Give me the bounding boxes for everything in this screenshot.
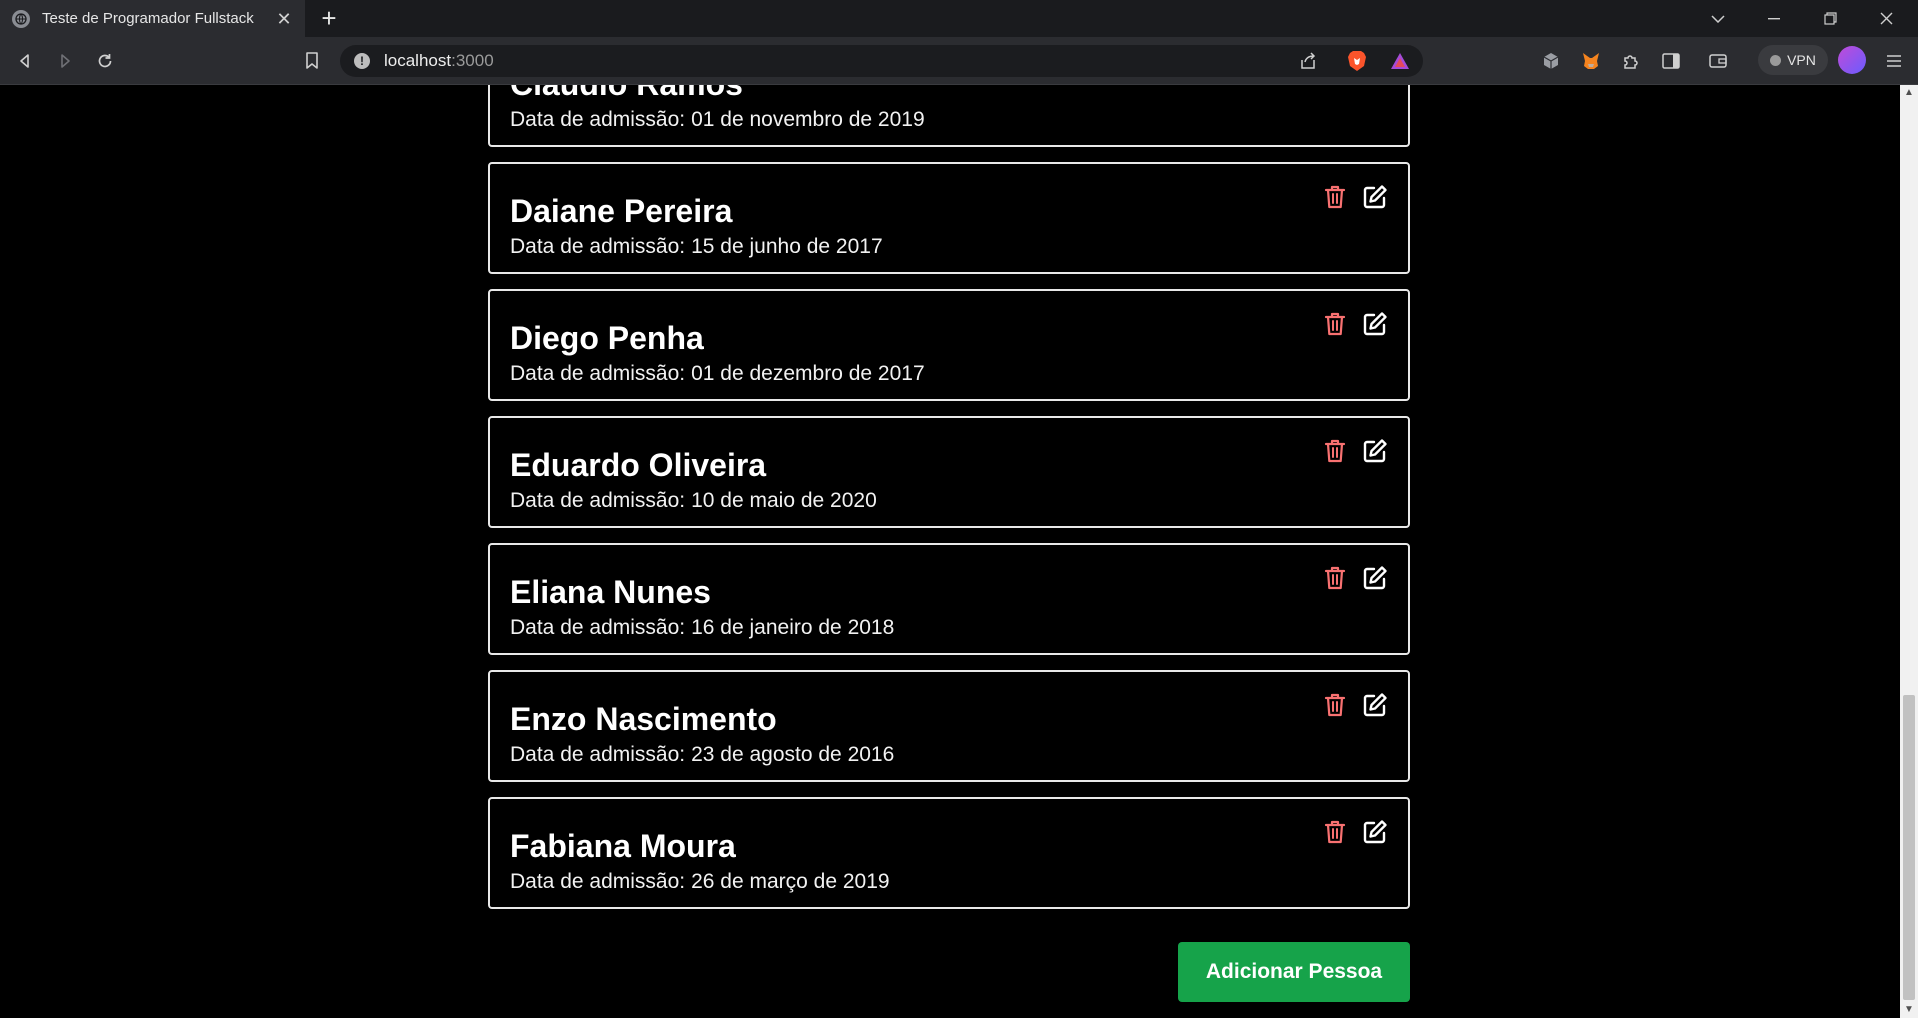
admission-date-value: 01 de novembro de 2019 — [691, 108, 925, 131]
brave-rewards-icon[interactable] — [1388, 49, 1412, 73]
admission-date-value: 26 de março de 2019 — [691, 870, 890, 893]
admission-date-label: Data de admissão: — [510, 616, 686, 639]
scroll-up-icon[interactable]: ▲ — [1900, 85, 1918, 101]
admission-date: Data de admissão: 23 de agosto de 2016 — [510, 742, 1388, 768]
trash-icon[interactable] — [1322, 184, 1348, 210]
admission-date: Data de admissão: 01 de dezembro de 2017 — [510, 361, 1388, 387]
person-card: Cláudio Ramos Data de admissão:01 de nov… — [488, 85, 1410, 147]
close-tab-icon[interactable]: ✕ — [275, 10, 293, 28]
globe-icon — [12, 9, 30, 28]
vpn-button[interactable]: VPN — [1758, 45, 1828, 75]
admission-date: Data de admissão: 16 de janeiro de 2018 — [510, 615, 1388, 641]
card-actions — [1322, 184, 1388, 210]
trash-icon[interactable] — [1322, 438, 1348, 464]
minimize-icon[interactable] — [1746, 0, 1802, 37]
admission-date-value: 23 de agosto de 2016 — [691, 743, 895, 766]
tab-title: Teste de Programador Fullstack — [42, 10, 254, 27]
person-card: Fabiana Moura Data de admissão: 26 de mar… — [488, 797, 1410, 909]
scroll-down-icon[interactable]: ▼ — [1900, 1002, 1918, 1018]
trash-icon[interactable] — [1322, 692, 1348, 718]
menu-icon[interactable] — [1882, 49, 1906, 73]
vpn-status-icon — [1770, 54, 1782, 66]
add-person-label: Adicionar Pessoa — [1205, 960, 1383, 983]
admission-date: Data de admissão: 15 de junho de 2017 — [510, 234, 1388, 260]
admission-date-label: Data de admissão: — [510, 743, 686, 766]
site-info-icon[interactable]: ! — [354, 53, 370, 69]
admission-date-value: 15 de junho de 2017 — [691, 235, 883, 258]
person-name: Fabiana Moura — [510, 828, 736, 864]
card-actions — [1322, 819, 1388, 845]
url-port: :3000 — [451, 51, 494, 70]
admission-date-value: 01 de dezembro de 2017 — [691, 362, 925, 385]
person-card: Daiane Pereira Data de admissão: 15 de ju… — [488, 162, 1410, 274]
profile-avatar[interactable] — [1838, 46, 1866, 74]
metamask-fox-icon[interactable] — [1579, 49, 1603, 73]
trash-icon[interactable] — [1322, 819, 1348, 845]
wallet-icon[interactable] — [1706, 49, 1730, 73]
edit-icon[interactable] — [1362, 184, 1388, 210]
forward-icon[interactable] — [53, 49, 77, 73]
admission-date-label: Data de admissão: — [510, 489, 686, 512]
sidebar-toggle-icon[interactable] — [1659, 49, 1683, 73]
url-host: localhost — [384, 51, 452, 70]
share-icon[interactable] — [1296, 49, 1320, 73]
add-person-button[interactable]: Adicionar Pessoa — [1178, 942, 1410, 1002]
card-actions — [1322, 438, 1388, 464]
address-bar[interactable]: ! localhost:3000 — [340, 45, 1423, 77]
trash-icon[interactable] — [1322, 565, 1348, 591]
person-card: Eduardo Oliveira Data de admissão: 10 de … — [488, 416, 1410, 528]
edit-icon[interactable] — [1362, 565, 1388, 591]
person-name: Cláudio Ramos — [510, 85, 1388, 103]
bookmark-icon[interactable] — [300, 49, 324, 73]
admission-date-value: 10 de maio de 2020 — [691, 489, 877, 512]
edit-icon[interactable] — [1362, 819, 1388, 845]
person-name: Eliana Nunes — [510, 574, 711, 610]
person-name: Enzo Nascimento — [510, 701, 777, 737]
person-card: Eliana Nunes Data de admissão: 16 de jane… — [488, 543, 1410, 655]
card-actions — [1322, 565, 1388, 591]
admission-date-label: Data de admissão: — [510, 362, 686, 385]
close-window-icon[interactable] — [1858, 0, 1914, 37]
person-name: Eduardo Oliveira — [510, 447, 767, 483]
edit-icon[interactable] — [1362, 692, 1388, 718]
restore-icon[interactable] — [1802, 0, 1858, 37]
trash-icon[interactable] — [1322, 311, 1348, 337]
person-name: Diego Penha — [510, 320, 704, 356]
admission-date: Data de admissão: 26 de março de 2019 — [510, 869, 1388, 895]
admission-date: Data de admissão: 10 de maio de 2020 — [510, 488, 1388, 514]
extension-cube-icon[interactable] — [1539, 49, 1563, 73]
back-icon[interactable] — [13, 49, 37, 73]
browser-tab[interactable]: Teste de Programador Fullstack ✕ — [0, 0, 305, 37]
card-actions — [1322, 692, 1388, 718]
puzzle-extensions-icon[interactable] — [1619, 49, 1643, 73]
vpn-label: VPN — [1787, 52, 1816, 68]
edit-icon[interactable] — [1362, 438, 1388, 464]
person-name: Daiane Pereira — [510, 193, 733, 229]
admission-date-label: Data de admissão: — [510, 870, 686, 893]
admission-date-label: Data de admissão: — [510, 108, 686, 131]
reload-icon[interactable] — [93, 49, 117, 73]
new-tab-icon[interactable]: + — [316, 5, 342, 32]
browser-toolbar: ! localhost:3000 VPN — [0, 37, 1918, 85]
browser-tab-bar: Teste de Programador Fullstack ✕ + — [0, 0, 1918, 37]
admission-date-label: Data de admissão: — [510, 235, 686, 258]
admission-date-value: 16 de janeiro de 2018 — [691, 616, 895, 639]
page-scrollbar[interactable]: ▲ ▼ — [1900, 85, 1918, 1018]
edit-icon[interactable] — [1362, 311, 1388, 337]
admission-date: Data de admissão: 01 de novembro de 2019 — [510, 107, 1388, 133]
person-card: Enzo Nascimento Data de admissão: 23 de a… — [488, 670, 1410, 782]
scrollbar-thumb[interactable] — [1903, 695, 1915, 1000]
person-card: Diego Penha Data de admissão: 01 de dezem… — [488, 289, 1410, 401]
tab-search-icon[interactable] — [1690, 0, 1746, 37]
people-list: Cláudio Ramos Data de admissão:01 de nov… — [488, 85, 1410, 924]
brave-shield-icon[interactable] — [1345, 49, 1369, 73]
card-actions — [1322, 311, 1388, 337]
page-viewport: Cláudio Ramos Data de admissão:01 de nov… — [0, 85, 1900, 1018]
